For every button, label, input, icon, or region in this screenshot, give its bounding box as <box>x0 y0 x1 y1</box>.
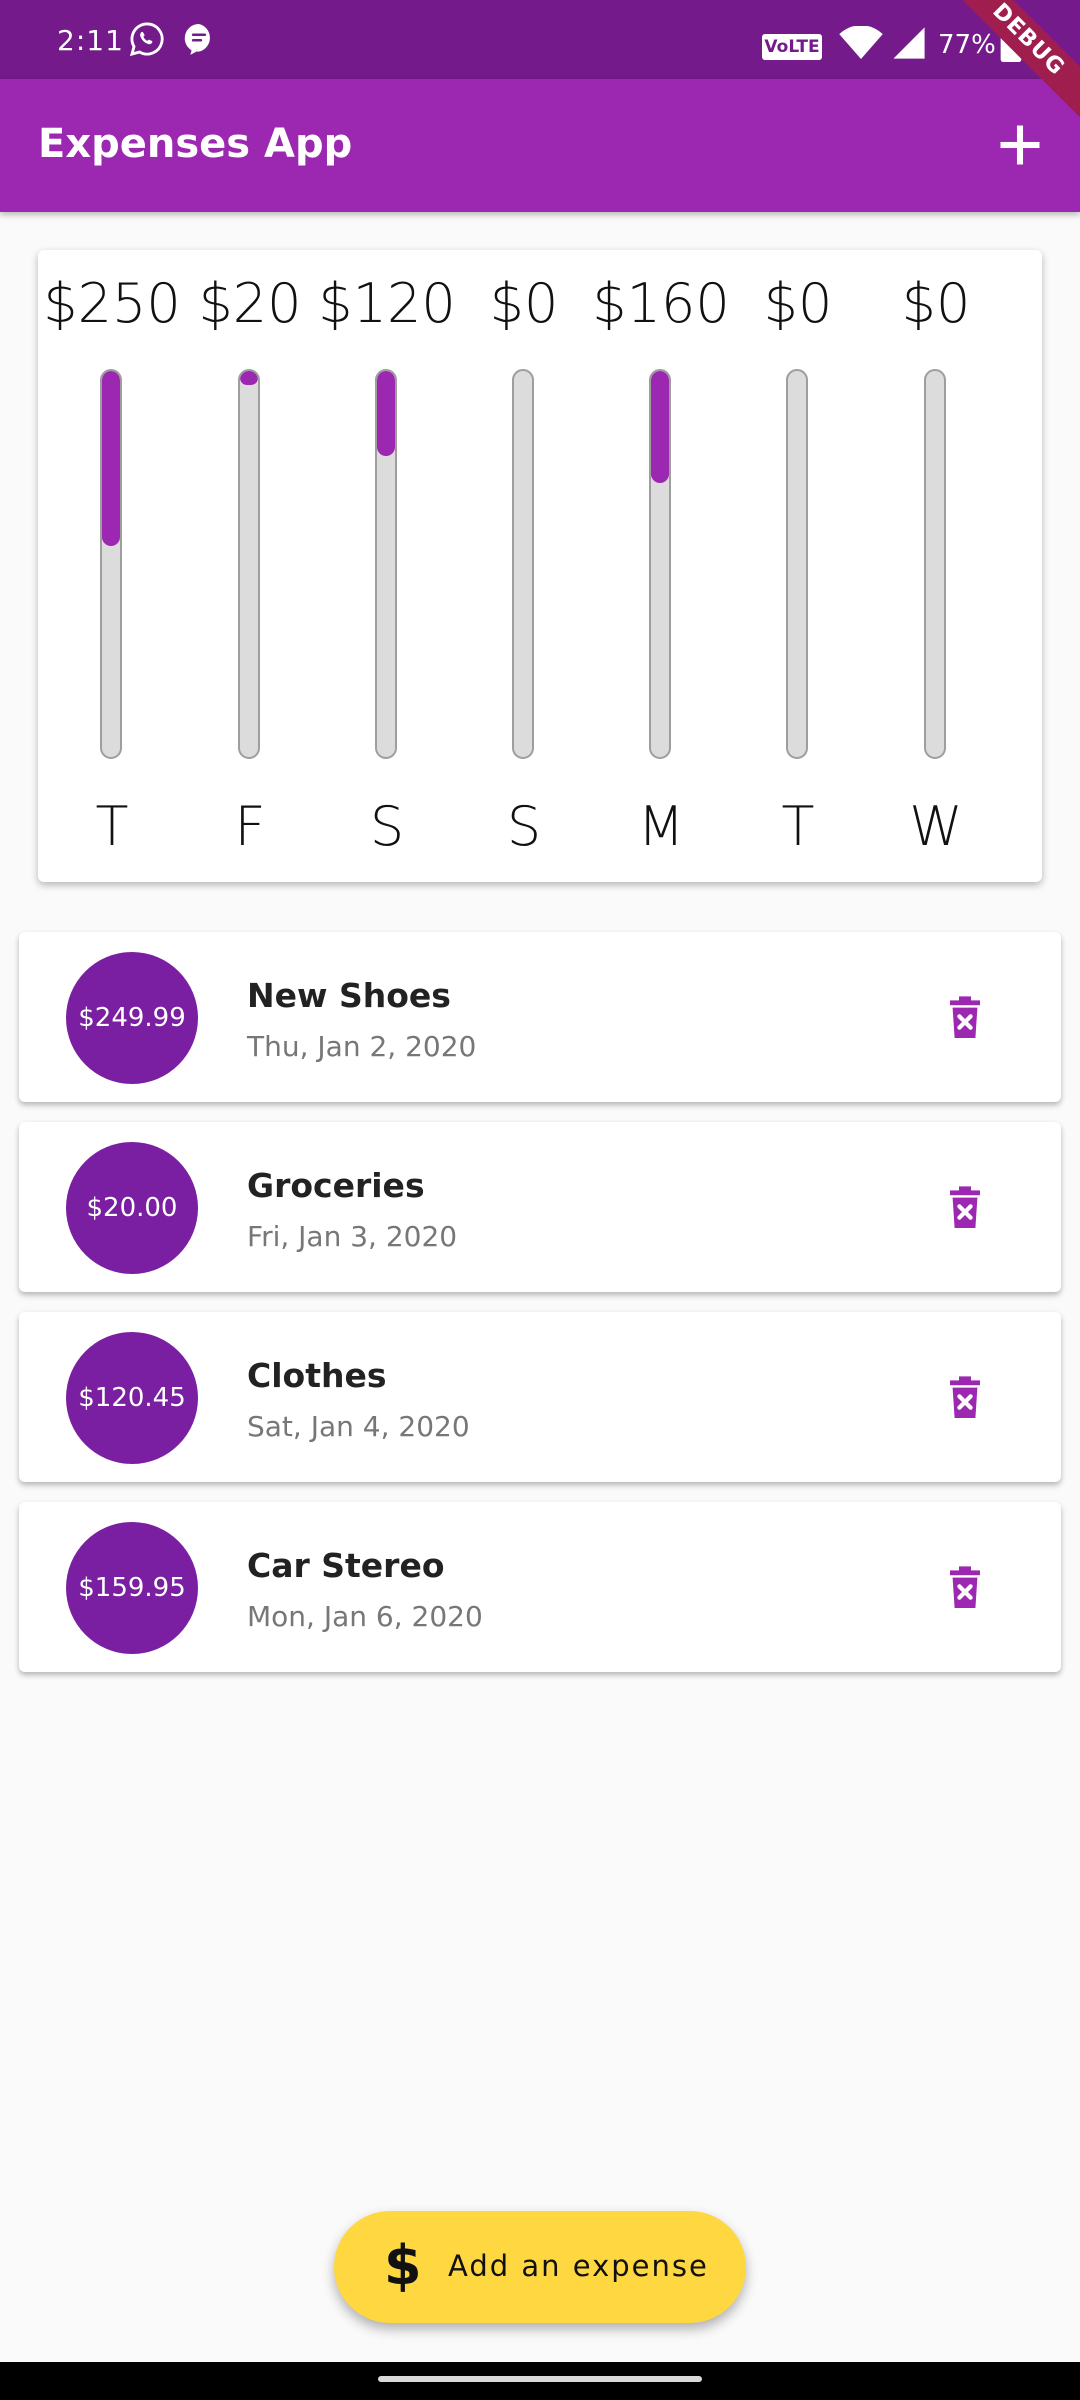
transaction-amount: $20.00 <box>66 1142 198 1274</box>
app-title: Expenses App <box>38 121 353 167</box>
transaction-title: New Shoes <box>247 976 451 1015</box>
wifi-icon <box>839 26 883 60</box>
chart-day-label: S <box>506 795 542 858</box>
transaction-title: Car Stereo <box>247 1546 445 1585</box>
volte-badge: VoLTE <box>762 34 822 60</box>
add-expense-button[interactable]: $ Add an expense <box>334 2211 746 2323</box>
chart-bar-track <box>924 369 946 759</box>
chart-bar-amount: $160 <box>592 272 730 335</box>
delete-icon[interactable] <box>941 994 989 1042</box>
chart-bar-column: $160 M <box>592 250 730 882</box>
transaction-date: Sat, Jan 4, 2020 <box>247 1410 470 1443</box>
transaction-amount: $249.99 <box>66 952 198 1084</box>
chart-bar-fill <box>102 371 120 546</box>
chart-day-label: W <box>909 795 963 858</box>
chart-bar-column: $0 W <box>867 250 1005 882</box>
dollar-icon: $ <box>384 2234 422 2297</box>
delete-icon[interactable] <box>941 1564 989 1612</box>
messages-icon <box>184 23 210 55</box>
transaction-amount: $159.95 <box>66 1522 198 1654</box>
chart-bar-column: $250 T <box>43 250 181 882</box>
add-expense-label: Add an expense <box>448 2249 709 2283</box>
chart-bar-amount: $0 <box>901 272 971 335</box>
chart-bar-track <box>100 369 122 759</box>
transaction-date: Mon, Jan 6, 2020 <box>247 1600 483 1633</box>
chart-bar-fill <box>377 371 395 456</box>
chart-bar-track <box>238 369 260 759</box>
transaction-title: Groceries <box>247 1166 425 1205</box>
whatsapp-icon <box>129 22 164 57</box>
chart-day-label: M <box>637 795 685 858</box>
chart-bar-track <box>512 369 534 759</box>
chart-bar-column: $0 T <box>729 250 867 882</box>
transaction-title: Clothes <box>247 1356 387 1395</box>
delete-icon[interactable] <box>941 1374 989 1422</box>
chart-bar-amount: $120 <box>318 272 456 335</box>
cellular-signal-icon <box>893 27 925 59</box>
status-time: 2:11 <box>57 24 124 57</box>
transaction-card: $20.00 Groceries Fri, Jan 3, 2020 <box>19 1122 1061 1292</box>
app-bar: Expenses App <box>0 79 1080 212</box>
chart-bar-fill <box>651 371 669 483</box>
chart-bar-amount: $0 <box>763 272 833 335</box>
chart-day-label: T <box>95 795 129 858</box>
weekly-spending-chart: $250 T $20 F $120 S $0 S $160 M $0 T $0 W <box>38 250 1042 882</box>
chart-bar-column: $120 S <box>318 250 456 882</box>
chart-bar-amount: $250 <box>43 272 181 335</box>
gesture-handle[interactable] <box>378 2376 702 2382</box>
transaction-card: $159.95 Car Stereo Mon, Jan 6, 2020 <box>19 1502 1061 1672</box>
status-bar: 2:11 VoLTE 77% <box>0 0 1080 79</box>
transaction-amount: $120.45 <box>66 1332 198 1464</box>
chart-bar-fill <box>240 371 258 385</box>
chart-bar-track <box>786 369 808 759</box>
system-navigation-bar <box>0 2362 1080 2400</box>
chart-day-label: S <box>369 795 405 858</box>
transaction-date: Thu, Jan 2, 2020 <box>247 1030 477 1063</box>
battery-percentage: 77% <box>938 30 996 60</box>
chart-bar-amount: $0 <box>489 272 559 335</box>
chart-bar-track <box>375 369 397 759</box>
chart-day-label: T <box>781 795 815 858</box>
plus-icon[interactable] <box>994 119 1046 171</box>
chart-bar-track <box>649 369 671 759</box>
chart-bar-column: $0 S <box>455 250 593 882</box>
transaction-date: Fri, Jan 3, 2020 <box>247 1220 458 1253</box>
transaction-card: $120.45 Clothes Sat, Jan 4, 2020 <box>19 1312 1061 1482</box>
transaction-card: $249.99 New Shoes Thu, Jan 2, 2020 <box>19 932 1061 1102</box>
chart-bar-column: $20 F <box>181 250 319 882</box>
delete-icon[interactable] <box>941 1184 989 1232</box>
chart-day-label: F <box>234 795 266 858</box>
chart-bar-amount: $20 <box>198 272 302 335</box>
